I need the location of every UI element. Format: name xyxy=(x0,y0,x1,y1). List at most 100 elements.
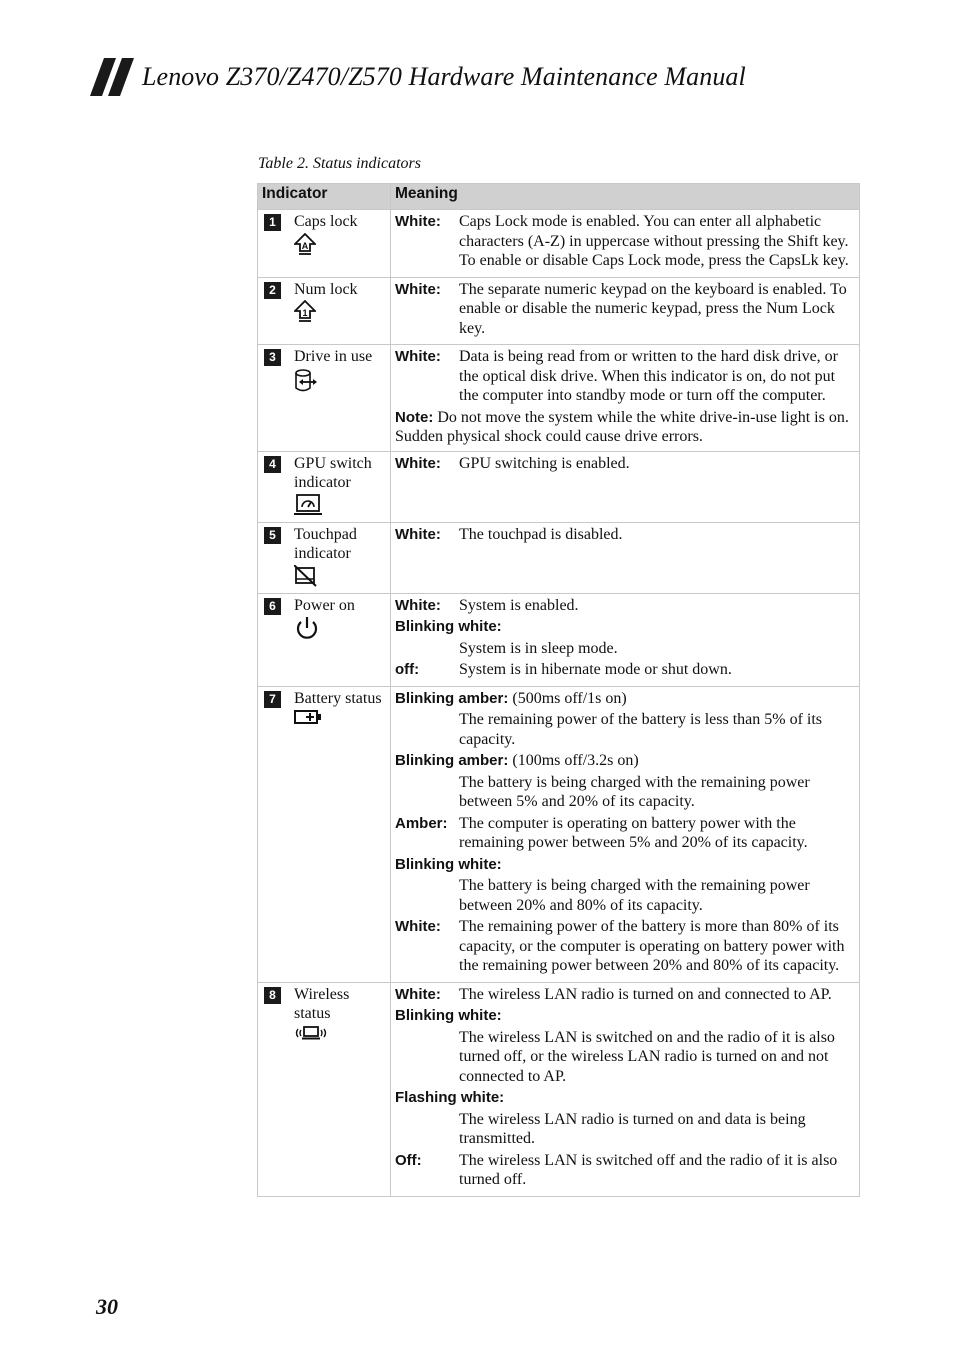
svg-text:1: 1 xyxy=(302,308,307,318)
indicator-name: Battery status xyxy=(294,689,382,707)
status-label: Amber: xyxy=(395,814,448,832)
power-icon xyxy=(294,616,355,640)
table-row: 3 Drive in use White: Data is being read fr… xyxy=(257,344,860,452)
table-row: 2 Num lock 1 White: The separate numeric key… xyxy=(257,276,860,345)
status-description: GPU switching is enabled. xyxy=(459,454,630,472)
status-entry: Blinking white: The battery is being char… xyxy=(395,855,853,916)
indicator-number-badge: 4 xyxy=(264,455,281,473)
status-entry: Amber: The computer is operating on batte… xyxy=(395,814,853,853)
indicator-cell: 8 Wireless status xyxy=(257,981,391,1197)
status-description: System is in sleep mode. xyxy=(459,639,618,657)
note: Note: Do not move the system while the w… xyxy=(395,408,853,447)
status-description: System is in hibernate mode or shut down… xyxy=(459,661,732,678)
status-description: Data is being read from or written to th… xyxy=(459,348,838,404)
indicator-name: Drive in use xyxy=(294,348,373,365)
indicator-number-badge: 3 xyxy=(264,349,281,366)
status-description: The wireless LAN is switched on and the … xyxy=(459,1028,835,1085)
svg-text:A: A xyxy=(302,241,309,251)
status-description: Caps Lock mode is enabled. You can enter… xyxy=(459,213,849,269)
status-label: Flashing white: xyxy=(395,1089,505,1106)
status-entry: White: System is enabled. xyxy=(395,596,853,616)
status-label: White: xyxy=(395,596,441,614)
status-entry: Blinking white: System is in sleep mode. xyxy=(395,617,853,658)
status-description: The remaining power of the battery is le… xyxy=(459,711,823,748)
indicator-cell: 6 Power on xyxy=(257,592,391,687)
note-text: Do not move the system while the white d… xyxy=(395,408,849,446)
status-label: Blinking white: xyxy=(395,618,502,635)
page-header: Lenovo Z370/Z470/Z570 Hardware Maintenan… xyxy=(90,58,746,96)
double-slash-logo-icon xyxy=(90,58,134,96)
status-entry: Blinking amber: (500ms off/1s on) The rem… xyxy=(395,689,853,750)
indicator-cell: 3 Drive in use xyxy=(257,344,391,452)
status-label: off: xyxy=(395,661,420,678)
status-entry: White: Data is being read from or written… xyxy=(395,347,853,406)
status-description: The battery is being charged with the re… xyxy=(459,877,810,914)
status-entry: Blinking white: The wireless LAN is switc… xyxy=(395,1006,853,1086)
indicator-cell: 5 Touchpad indicator xyxy=(257,521,391,594)
status-description: System is enabled. xyxy=(459,596,579,614)
status-label: White: xyxy=(395,280,441,298)
status-entry: White: Caps Lock mode is enabled. You can… xyxy=(395,212,853,271)
indicator-cell: 2 Num lock 1 xyxy=(257,276,391,345)
status-label: White: xyxy=(395,525,441,543)
status-label: Off: xyxy=(395,1151,422,1169)
gpu-switch-icon xyxy=(294,493,388,518)
indicator-number-badge: 6 xyxy=(264,597,281,615)
indicator-number-badge: 7 xyxy=(264,690,281,708)
table-row: 1 Caps lock A White: Caps Lock mode is enabl… xyxy=(257,209,860,278)
meaning-cell: White: The touchpad is disabled. xyxy=(390,521,860,594)
status-label: White: xyxy=(395,918,441,935)
drive-in-use-icon xyxy=(294,368,372,392)
caps-lock-icon: A xyxy=(294,232,358,257)
status-timing: (100ms off/3.2s on) xyxy=(512,752,639,769)
meaning-cell: White: Data is being read from or written… xyxy=(390,344,860,452)
meaning-cell: White: The wireless LAN radio is turned o… xyxy=(390,981,860,1197)
indicator-number-badge: 2 xyxy=(264,281,281,299)
note-label: Note: xyxy=(395,408,434,426)
indicator-name: Num lock xyxy=(294,280,358,298)
indicator-number-badge: 8 xyxy=(264,986,281,1004)
page-number: 30 xyxy=(96,1294,118,1319)
meaning-cell: White: Caps Lock mode is enabled. You can… xyxy=(390,209,860,278)
status-description: The separate numeric keypad on the keybo… xyxy=(459,280,847,337)
meaning-cell: White: System is enabled. Blinking white: S… xyxy=(390,592,860,687)
status-entry: White: The touchpad is disabled. xyxy=(395,525,853,545)
status-entry: Flashing white: The wireless LAN radio is… xyxy=(395,1088,853,1149)
column-header-meaning: Meaning xyxy=(390,183,860,210)
status-label: Blinking white: xyxy=(395,855,502,873)
indicator-name: Power on xyxy=(294,596,355,614)
status-entry: White: The separate numeric keypad on the… xyxy=(395,280,853,339)
status-timing: (500ms off/1s on) xyxy=(512,689,627,707)
status-entry: White: GPU switching is enabled. xyxy=(395,454,853,474)
status-entry: off: System is in hibernate mode or shut … xyxy=(395,660,853,680)
table-row: 4 GPU switch indicator White: GPU switching… xyxy=(257,450,860,523)
indicator-number-badge: 1 xyxy=(264,214,281,231)
wireless-status-icon xyxy=(294,1025,388,1049)
table-caption: Table 2. Status indicators xyxy=(258,155,421,172)
status-description: The wireless LAN radio is turned on and … xyxy=(459,985,832,1003)
table-header-row: Indicator Meaning xyxy=(257,183,860,210)
indicator-number-badge: 5 xyxy=(264,526,281,544)
indicator-cell: 4 GPU switch indicator xyxy=(257,450,391,523)
manual-title: Lenovo Z370/Z470/Z570 Hardware Maintenan… xyxy=(142,62,746,91)
status-description: The wireless LAN radio is turned on and … xyxy=(459,1110,806,1148)
status-indicators-table: Indicator Meaning 1 Caps lock A White: Caps … xyxy=(257,183,860,1197)
status-description: The touchpad is disabled. xyxy=(459,525,623,543)
status-label: White: xyxy=(395,348,441,365)
status-label: White: xyxy=(395,213,441,230)
status-entry: White: The remaining power of the battery… xyxy=(395,917,853,976)
num-lock-icon: 1 xyxy=(294,300,358,324)
status-description: The computer is operating on battery pow… xyxy=(459,814,808,852)
indicator-cell: 1 Caps lock A xyxy=(257,209,391,278)
indicator-name: Caps lock xyxy=(294,213,358,230)
status-description: The battery is being charged with the re… xyxy=(459,773,810,811)
table-row: 6 Power on White: System is enabled. Blinkin… xyxy=(257,592,860,687)
table-row: 8 Wireless status White: The wireless LAN r… xyxy=(257,981,860,1197)
status-label: Blinking white: xyxy=(395,1007,502,1024)
status-label: White: xyxy=(395,454,441,472)
meaning-cell: White: The separate numeric keypad on the… xyxy=(390,276,860,345)
status-label: Blinking amber: xyxy=(395,689,509,707)
indicator-name: Wireless status xyxy=(294,985,350,1023)
status-label: White: xyxy=(395,985,441,1003)
status-label: Blinking amber: xyxy=(395,752,509,769)
